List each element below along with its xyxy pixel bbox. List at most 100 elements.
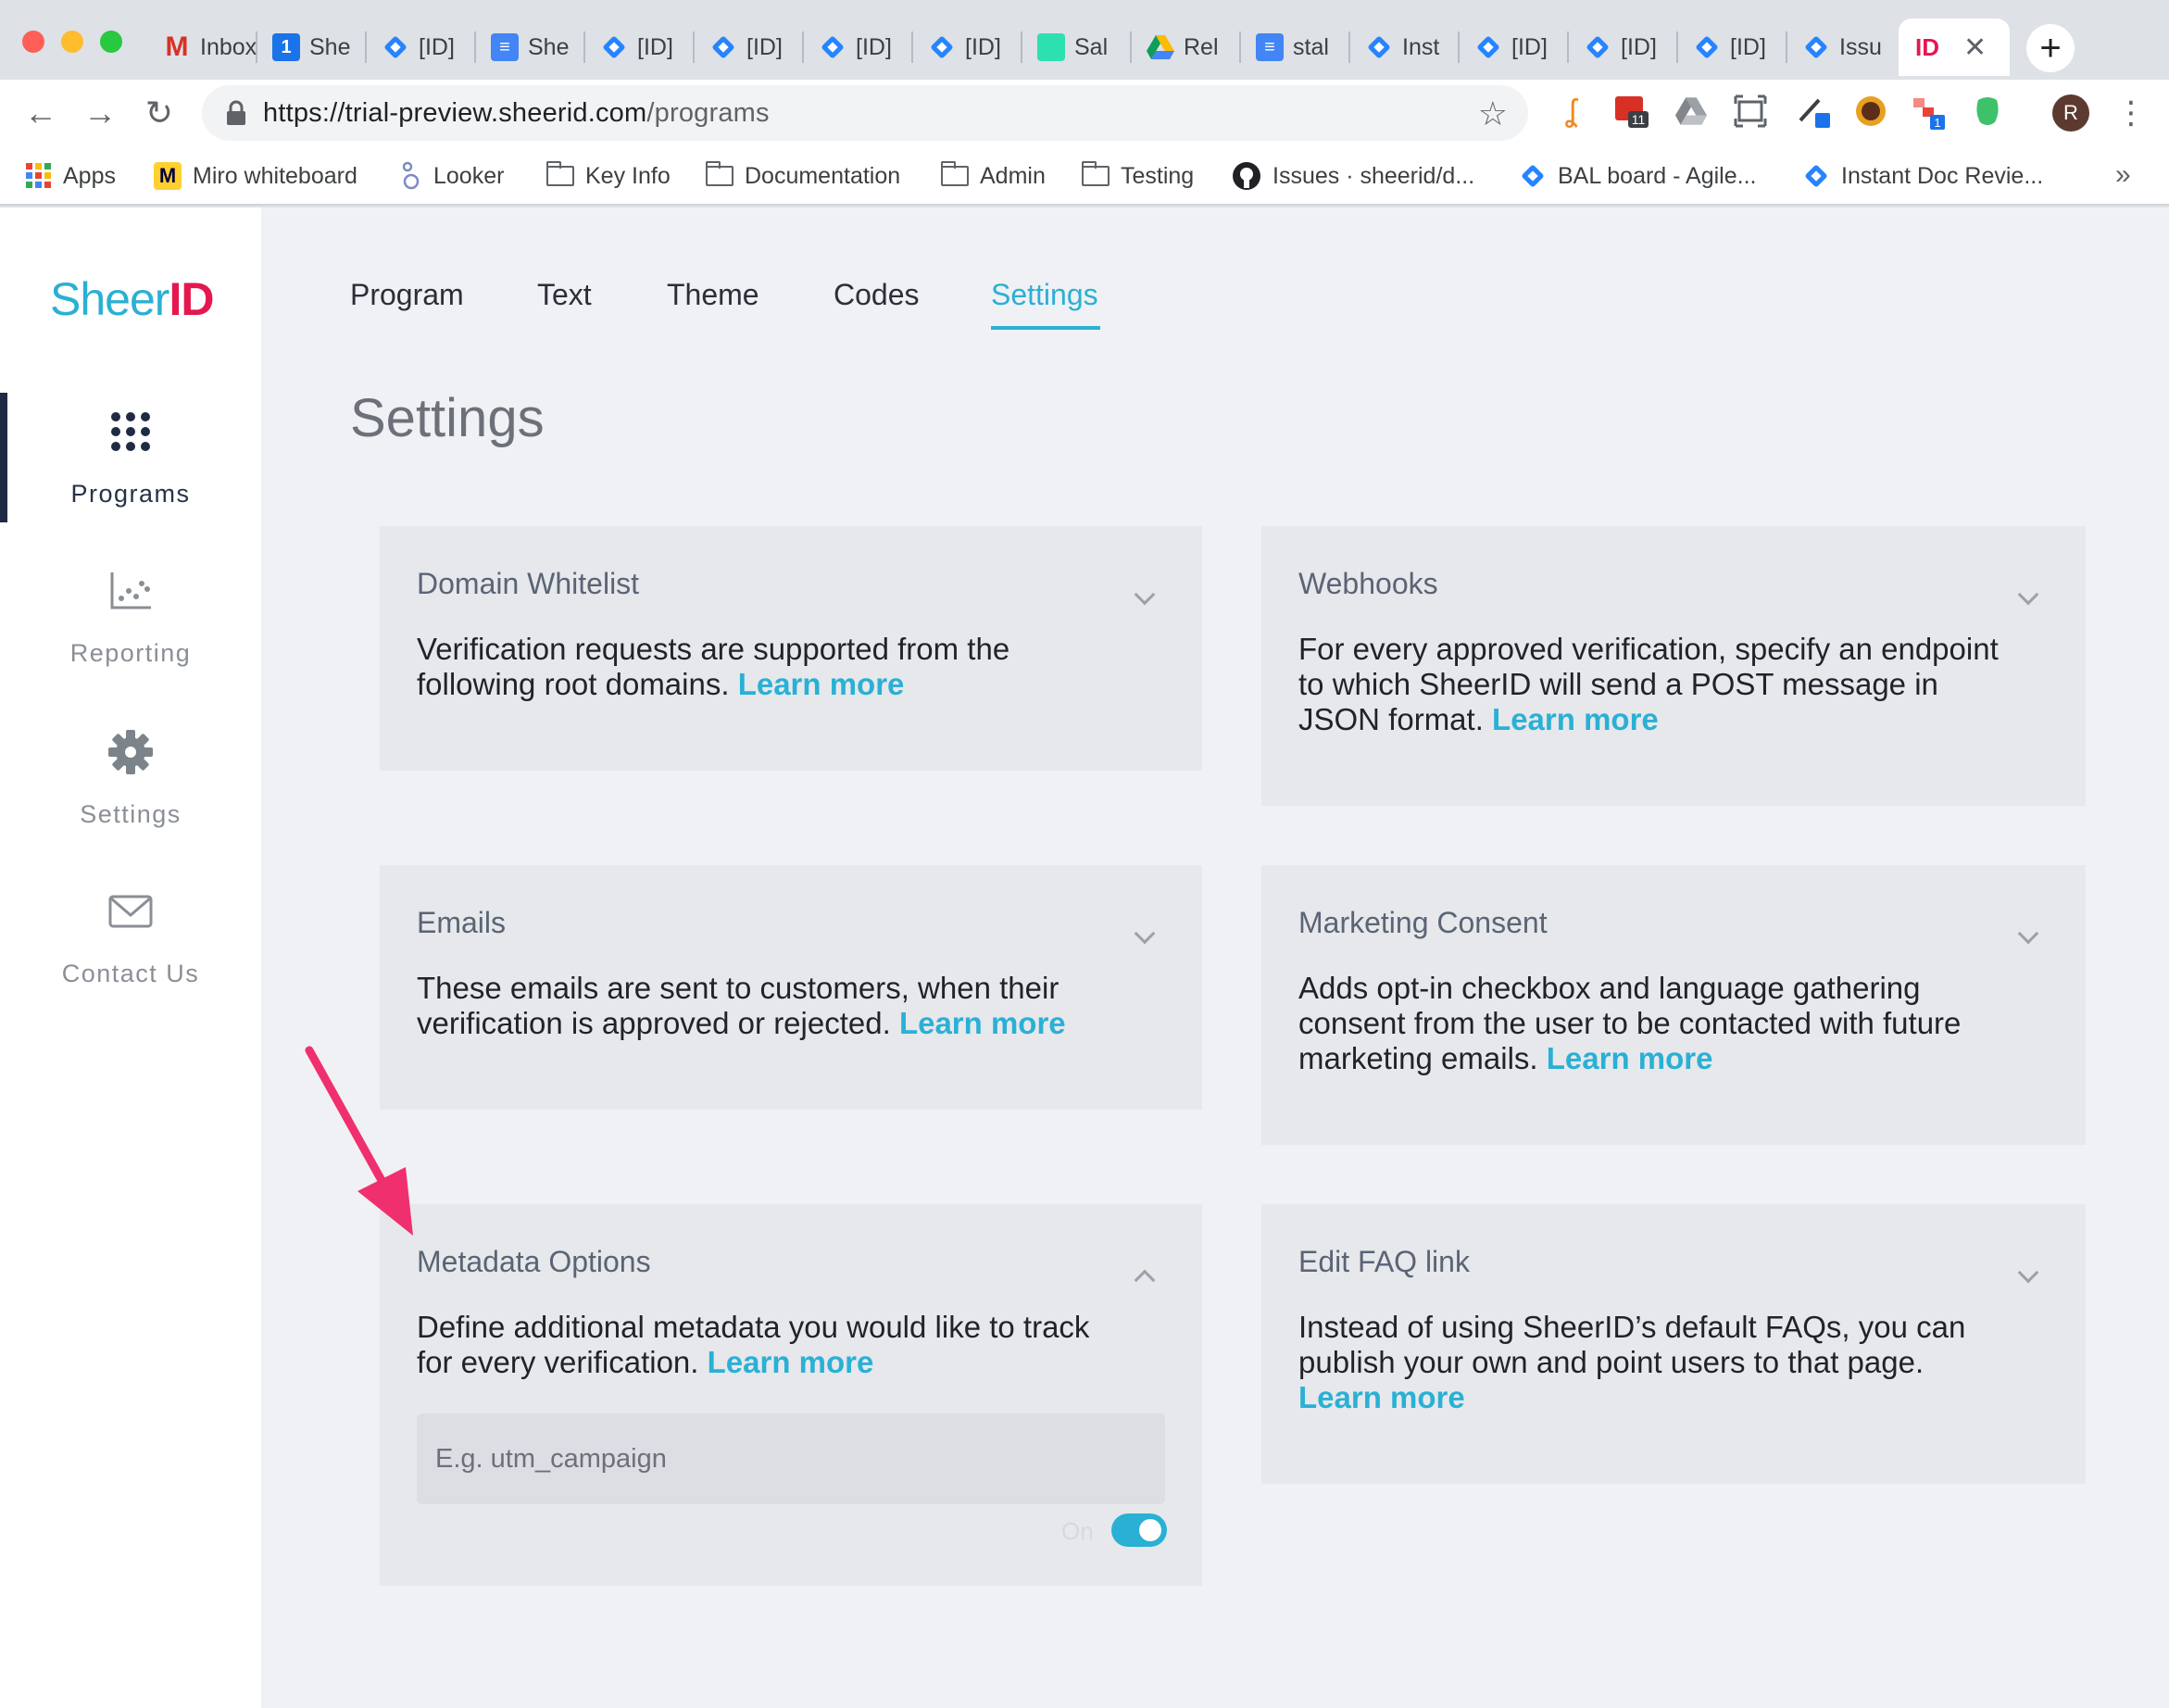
tab-label: Sal [1074,33,1109,60]
color-picker-icon[interactable] [1795,93,1832,130]
browser-tab[interactable]: [ID] [1460,19,1569,76]
url-text[interactable]: https://trial-preview.sheerid.com/progra… [263,98,770,129]
browser-tab[interactable]: [ID] [913,19,1022,76]
evernote-icon[interactable] [1969,93,2006,130]
marketing-consent-card[interactable]: Marketing Consent Adds opt-in checkbox a… [1261,865,2086,1145]
bookmarks-overflow-button[interactable]: » [2115,159,2131,191]
browser-tab[interactable]: Issu [1787,19,1897,76]
browser-tab[interactable]: [ID] [367,19,476,76]
bookmark-documentation[interactable]: Documentation [705,159,900,193]
learn-more-link[interactable]: Learn more [899,1006,1066,1040]
sidebar-item-programs[interactable]: Programs [0,393,261,522]
miro-icon: M [154,162,182,190]
chevron-down-icon[interactable] [2017,1262,2039,1284]
bookmark-bal-board[interactable]: BAL board - Agile... [1519,159,1756,193]
new-tab-button[interactable]: + [2026,24,2075,72]
browser-tab[interactable]: Inst [1350,19,1460,76]
wappalyzer-icon[interactable] [1852,93,1889,130]
card-title: Edit FAQ link [1298,1245,1470,1278]
metadata-toggle-switch[interactable] [1111,1513,1167,1547]
browser-tab[interactable]: [ID] [1569,19,1678,76]
close-window-button[interactable] [22,31,44,53]
tab-label: [ID] [1621,33,1657,60]
chevron-down-icon[interactable] [1134,584,1156,606]
browser-tab[interactable]: Rel [1132,19,1241,76]
bookmark-testing[interactable]: Testing [1081,159,1194,193]
svg-text:1: 1 [1934,116,1940,130]
bookmark-issues[interactable]: Issues · sheerid/d... [1232,159,1474,193]
tab-text[interactable]: Text [537,278,592,312]
jira-icon [928,33,956,61]
tab-theme[interactable]: Theme [667,278,759,312]
chevron-up-icon[interactable] [1134,1269,1156,1291]
extension-icon[interactable]: ʆ [1552,93,1589,130]
domain-whitelist-card[interactable]: Domain Whitelist Verification requests a… [380,526,1202,771]
tab-settings[interactable]: Settings [991,278,1098,312]
learn-more-link[interactable]: Learn more [1492,702,1659,736]
screenshot-icon[interactable] [1732,93,1769,130]
browser-tab-active[interactable]: ID ✕ [1899,19,2010,76]
minimize-window-button[interactable] [61,31,83,53]
card-description: Adds opt-in checkbox and language gather… [1298,971,1984,1076]
sidebar-item-settings[interactable]: Settings [0,713,261,843]
bookmark-label: Issues · sheerid/d... [1273,162,1475,189]
chevron-down-icon[interactable] [2017,923,2039,945]
sidebar-item-reporting[interactable]: Reporting [0,552,261,682]
close-tab-icon[interactable]: ✕ [1963,31,1987,64]
bookmark-star-icon[interactable]: ☆ [1478,94,1508,133]
webhooks-card[interactable]: Webhooks For every approved verification… [1261,526,2086,806]
sheerid-logo[interactable]: SheerID [50,272,214,326]
browser-tab[interactable]: [ID] [804,19,913,76]
maximize-window-button[interactable] [100,31,122,53]
bookmark-key-info[interactable]: Key Info [545,159,671,193]
tab-codes[interactable]: Codes [834,278,920,312]
browser-tab[interactable]: [ID] [695,19,804,76]
calendar-extension-icon[interactable]: 11 [1613,93,1650,130]
bookmarks-bar: Apps M Miro whiteboard Looker Key Info D… [0,146,2169,206]
browser-tab[interactable]: [ID] [1678,19,1787,76]
url-path: /programs [646,98,770,128]
card-description-text: Verification requests are supported from… [417,632,1010,701]
metadata-field-input[interactable] [417,1413,1165,1504]
card-description: Verification requests are supported from… [417,632,1028,702]
github-icon [1233,162,1260,190]
browser-tab[interactable]: Sal [1022,19,1132,76]
learn-more-link[interactable]: Learn more [708,1345,874,1379]
tab-program[interactable]: Program [350,278,464,312]
bookmark-miro[interactable]: M Miro whiteboard [154,159,357,193]
sidebar-item-contact-us[interactable]: Contact Us [0,873,261,1002]
drive-extension-icon[interactable] [1673,93,1710,130]
forward-button[interactable]: → [81,94,119,132]
back-button[interactable]: ← [22,94,59,132]
browser-tab[interactable]: M Inbox [148,19,257,76]
bookmark-instant-doc[interactable]: Instant Doc Revie... [1802,159,2043,193]
card-description: For every approved verification, specify… [1298,632,2021,737]
address-bar[interactable]: https://trial-preview.sheerid.com/progra… [202,85,1528,141]
emails-card[interactable]: Emails These emails are sent to customer… [380,865,1202,1110]
edit-faq-link-card[interactable]: Edit FAQ link Instead of using SheerID’s… [1261,1204,2086,1484]
chevron-down-icon[interactable] [2017,584,2039,606]
profile-avatar[interactable]: R [2052,94,2089,132]
learn-more-link[interactable]: Learn more [1547,1041,1713,1075]
learn-more-link[interactable]: Learn more [738,667,905,701]
bookmark-label: Instant Doc Revie... [1841,162,2044,189]
network-extension-icon[interactable]: 1 [1910,93,1947,130]
svg-text:11: 11 [1632,112,1646,127]
learn-more-link[interactable]: Learn more [1298,1380,1465,1414]
app-sidebar: SheerID Programs Reporting Settings Cont… [0,207,261,1708]
tab-strip: M Inbox 1 She [ID] ≡ She [ID] [ID] [ID] [0,0,2169,80]
browser-tab[interactable]: ≡ stal [1241,19,1350,76]
browser-tab[interactable]: ≡ She [476,19,585,76]
bookmark-apps[interactable]: Apps [26,159,116,193]
bookmark-looker[interactable]: Looker [400,159,504,193]
browser-menu-icon[interactable]: ⋮ [2115,94,2147,132]
bookmark-admin[interactable]: Admin [940,159,1046,193]
browser-tab[interactable]: 1 She [257,19,367,76]
calendar-icon: 1 [272,33,300,61]
browser-tab[interactable]: [ID] [585,19,695,76]
chevron-down-icon[interactable] [1134,923,1156,945]
looker-icon [402,161,420,190]
metadata-options-card[interactable]: Metadata Options Define additional metad… [380,1204,1202,1586]
apps-grid-icon [26,163,51,188]
reload-button[interactable]: ↻ [141,94,178,132]
